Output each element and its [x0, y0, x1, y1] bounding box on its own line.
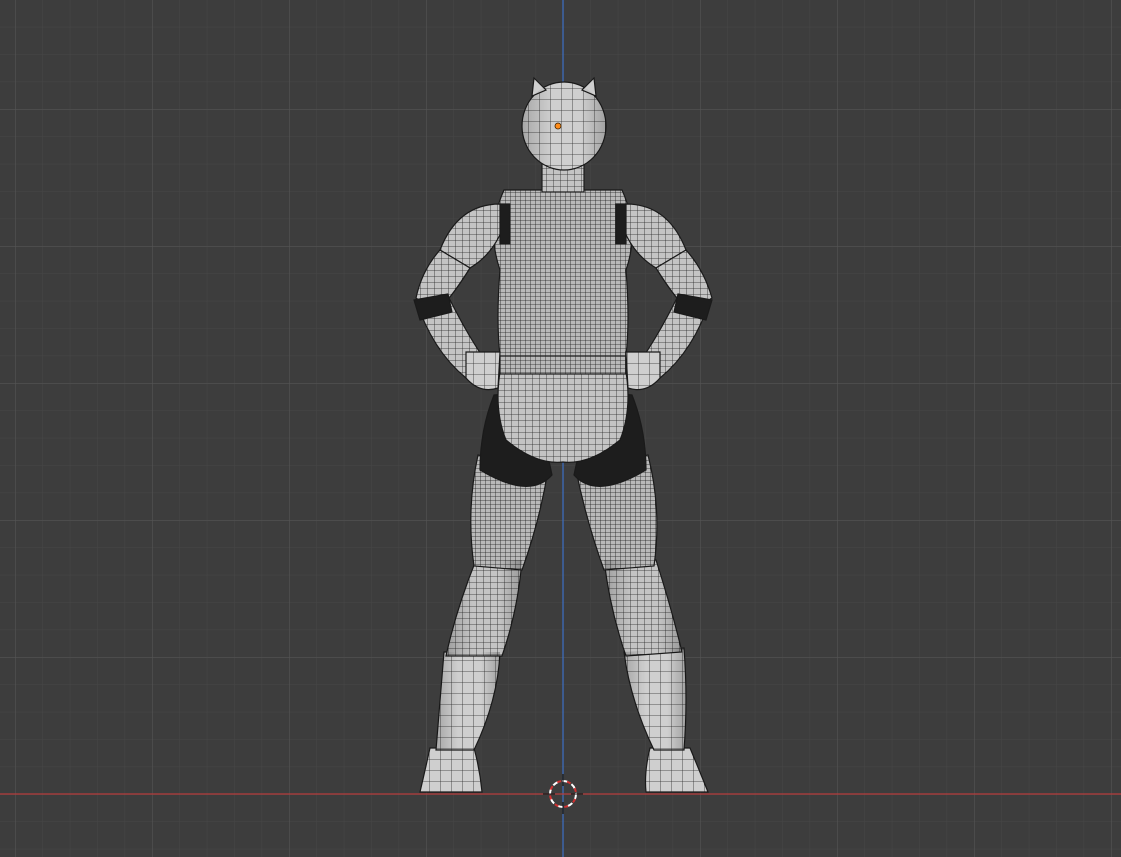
torso	[493, 189, 633, 357]
pelvis	[497, 371, 629, 463]
left-foot	[419, 747, 483, 793]
left-shoulder-strap	[499, 203, 511, 245]
3d-viewport[interactable]	[0, 0, 1121, 857]
object-origin-dot	[554, 122, 562, 130]
right-shoulder-strap	[615, 203, 627, 245]
